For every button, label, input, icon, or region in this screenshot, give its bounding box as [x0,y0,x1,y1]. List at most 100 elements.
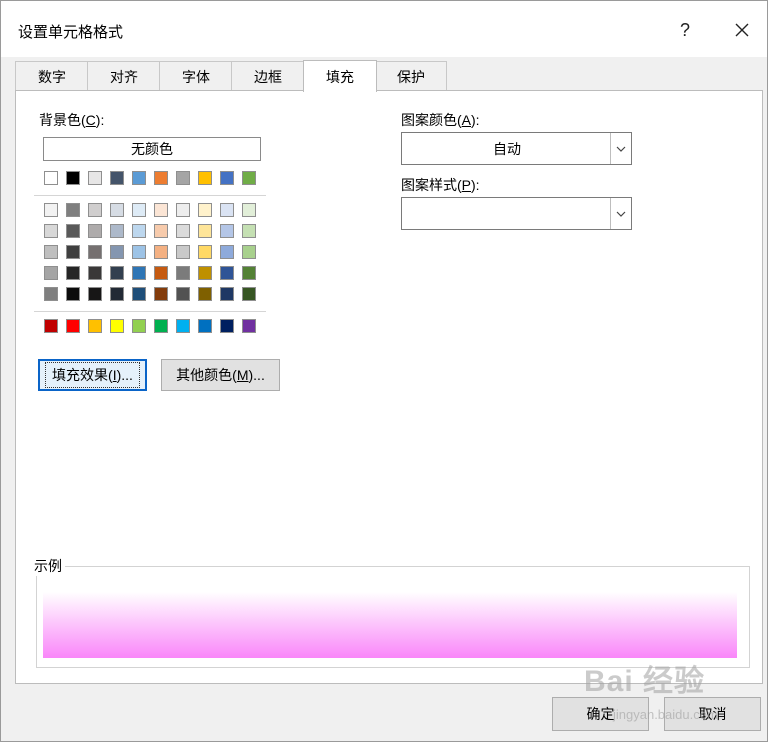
sample-preview [43,592,737,658]
tint-color-swatch[interactable] [66,245,80,259]
tint-color-swatch[interactable] [154,224,168,238]
tab-alignment[interactable]: 对齐 [87,61,161,91]
tint-color-swatch[interactable] [44,224,58,238]
theme-color-swatch[interactable] [88,171,102,185]
standard-color-swatch[interactable] [110,319,124,333]
tint-color-swatch[interactable] [176,266,190,280]
tab-border[interactable]: 边框 [231,61,305,91]
no-color-button[interactable]: 无颜色 [43,137,261,161]
pattern-color-value: 自动 [493,140,521,157]
standard-color-swatch[interactable] [176,319,190,333]
tint-color-swatch[interactable] [44,266,58,280]
tint-color-swatch[interactable] [220,224,234,238]
tint-color-swatch[interactable] [220,287,234,301]
standard-color-swatch[interactable] [132,319,146,333]
tint-color-swatch[interactable] [44,287,58,301]
standard-color-swatch[interactable] [198,319,212,333]
tint-color-swatch[interactable] [66,203,80,217]
theme-color-swatch[interactable] [110,171,124,185]
standard-color-swatch[interactable] [220,319,234,333]
tint-color-swatch[interactable] [132,245,146,259]
chevron-down-icon[interactable] [610,133,631,164]
tint-color-swatch[interactable] [242,224,256,238]
pattern-color-label: 图案颜色(A): [401,112,480,128]
standard-color-swatch[interactable] [66,319,80,333]
tab-fill[interactable]: 填充 [303,60,377,92]
theme-color-swatch[interactable] [176,171,190,185]
pattern-style-label: 图案样式(P): [401,177,480,193]
theme-color-swatch[interactable] [44,171,58,185]
tint-color-swatch[interactable] [132,266,146,280]
tint-color-swatch[interactable] [110,266,124,280]
tint-color-swatch[interactable] [132,224,146,238]
theme-color-swatch[interactable] [132,171,146,185]
tint-color-swatch[interactable] [110,287,124,301]
chevron-down-icon[interactable] [610,198,631,229]
tint-color-swatch[interactable] [220,245,234,259]
tint-color-swatch[interactable] [198,245,212,259]
tint-color-swatch[interactable] [110,245,124,259]
close-icon [735,23,749,37]
tab-protection[interactable]: 保护 [375,61,447,91]
title-bar: 设置单元格格式 ? [1,1,767,57]
tint-color-swatch[interactable] [88,245,102,259]
tint-color-swatch[interactable] [198,266,212,280]
more-colors-button[interactable]: 其他颜色(M)... [161,359,280,391]
pattern-style-value [402,198,612,229]
tint-color-swatch[interactable] [66,266,80,280]
tint-color-swatch[interactable] [88,266,102,280]
tab-font[interactable]: 字体 [159,61,233,91]
tint-color-swatch[interactable] [154,203,168,217]
tab-number[interactable]: 数字 [15,61,89,91]
tint-color-swatch[interactable] [154,287,168,301]
tint-color-swatch[interactable] [88,287,102,301]
sample-label: 示例 [31,556,65,576]
background-color-label: 背景色(C): [39,112,105,128]
tint-color-swatch[interactable] [66,224,80,238]
tint-color-swatch[interactable] [132,287,146,301]
tint-color-swatch[interactable] [242,287,256,301]
theme-color-swatch[interactable] [154,171,168,185]
tint-color-swatch[interactable] [176,245,190,259]
tint-color-swatch[interactable] [132,203,146,217]
tint-color-swatch[interactable] [110,224,124,238]
palette-divider [34,195,266,196]
tint-color-swatch[interactable] [154,245,168,259]
tint-color-swatch[interactable] [88,224,102,238]
tint-color-swatch[interactable] [220,203,234,217]
standard-color-swatch[interactable] [88,319,102,333]
tint-color-swatch[interactable] [44,203,58,217]
watermark-url: jingyan.baidu.com [613,707,718,722]
tint-color-swatch[interactable] [110,203,124,217]
format-cells-dialog: 设置单元格格式 ? 数字 对齐 字体 边框 填充 保护 背景色(C): 无颜色 … [0,0,768,742]
tint-color-swatch[interactable] [242,245,256,259]
pattern-style-select[interactable] [401,197,632,230]
close-button[interactable] [727,15,757,45]
dialog-title: 设置单元格格式 [18,24,124,41]
tint-color-swatch[interactable] [198,287,212,301]
theme-color-swatch[interactable] [242,171,256,185]
fill-effects-button[interactable]: 填充效果(I)... [38,359,147,391]
tint-color-swatch[interactable] [154,266,168,280]
theme-color-swatch[interactable] [66,171,80,185]
pattern-color-select[interactable]: 自动 [401,132,632,165]
tint-color-swatch[interactable] [176,287,190,301]
standard-color-swatch[interactable] [242,319,256,333]
tint-color-swatch[interactable] [176,203,190,217]
tint-color-swatch[interactable] [88,203,102,217]
tint-color-swatch[interactable] [242,203,256,217]
standard-color-swatch[interactable] [154,319,168,333]
tint-color-swatch[interactable] [198,224,212,238]
tint-color-swatch[interactable] [220,266,234,280]
theme-color-swatch[interactable] [198,171,212,185]
tint-color-swatch[interactable] [66,287,80,301]
theme-color-swatch[interactable] [220,171,234,185]
help-button[interactable]: ? [670,15,700,45]
tint-color-swatch[interactable] [176,224,190,238]
tint-color-swatch[interactable] [242,266,256,280]
tint-color-swatch[interactable] [198,203,212,217]
watermark-logo: Bai 经验 [584,665,706,698]
standard-color-swatch[interactable] [44,319,58,333]
palette-divider [34,311,266,312]
tint-color-swatch[interactable] [44,245,58,259]
